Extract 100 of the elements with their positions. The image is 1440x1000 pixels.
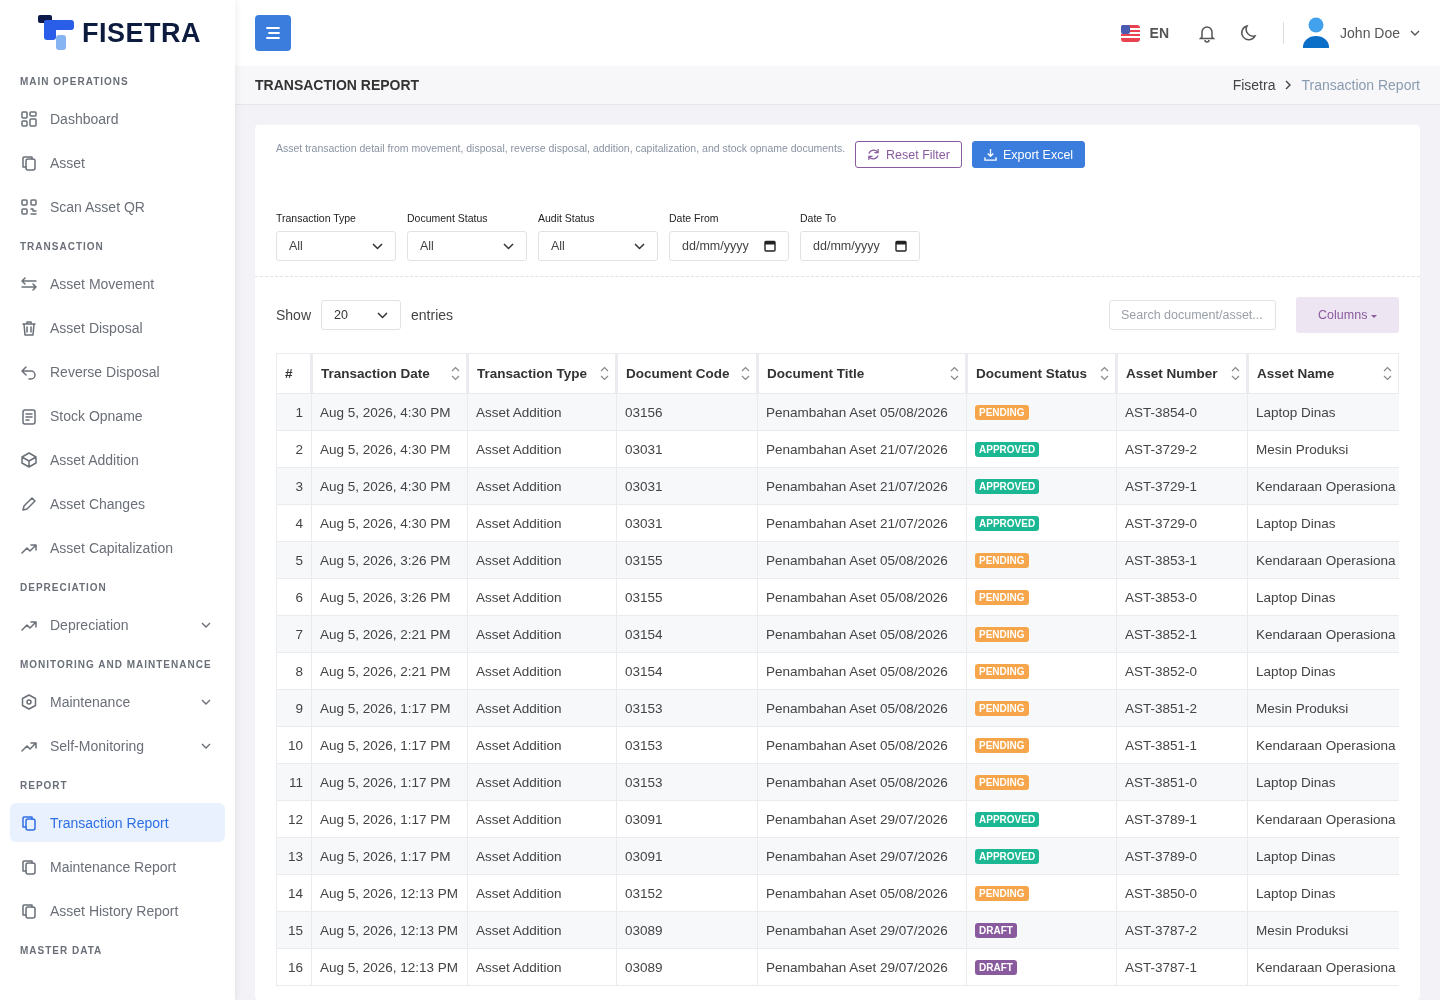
chevron-down-icon[interactable] (1410, 30, 1420, 36)
table-cell: 2 (276, 430, 312, 468)
table-cell: Aug 5, 2026, 12:13 PM (311, 874, 468, 912)
table-cell: Aug 5, 2026, 1:17 PM (311, 763, 468, 801)
table-cell: 03154 (616, 652, 758, 690)
refresh-icon (867, 148, 881, 161)
table-cell: AST-3787-2 (1116, 911, 1248, 949)
sort-icon (451, 366, 460, 381)
page-title: TRANSACTION REPORT (255, 77, 420, 93)
table-cell: 4 (276, 504, 312, 542)
table-cell: Asset Addition (467, 911, 617, 949)
sort-icon (950, 366, 959, 381)
sidebar-item[interactable]: Asset Capitalization (10, 528, 225, 567)
table-cell: Penambahan Aset 21/07/2026 (757, 467, 967, 505)
table-cell: Mesin Produksi (1247, 689, 1399, 727)
sidebar-item[interactable]: Asset Disposal (10, 308, 225, 347)
table-cell: 7 (276, 615, 312, 653)
caret-icon (1370, 315, 1377, 319)
table-cell: 14 (276, 874, 312, 912)
menu-icon (265, 26, 281, 40)
table-cell: 03155 (616, 578, 758, 616)
select-field[interactable]: All (407, 231, 527, 261)
logo-icon (36, 15, 76, 51)
status-badge: PENDING (975, 738, 1029, 753)
sidebar-item[interactable]: Transaction Report (10, 803, 225, 842)
user-avatar-icon[interactable] (1302, 17, 1331, 49)
table-cell: Kendaraan Operasiona (1247, 467, 1399, 505)
table-cell: Aug 5, 2026, 2:21 PM (311, 615, 468, 653)
select-field[interactable]: All (538, 231, 658, 261)
sidebar-item[interactable]: Maintenance (10, 682, 225, 721)
sidebar-item[interactable]: Dashboard (10, 99, 225, 138)
table-cell: Aug 5, 2026, 12:13 PM (311, 948, 468, 986)
sidebar-item[interactable]: Depreciation (10, 605, 225, 644)
table-cell: 03152 (616, 874, 758, 912)
chevron-down-icon (377, 311, 389, 319)
reset-filter-button[interactable]: Reset Filter (855, 141, 962, 168)
copy-icon (20, 813, 38, 832)
status-badge: APPROVED (975, 516, 1040, 531)
table-cell: AST-3851-0 (1116, 763, 1248, 801)
user-name[interactable]: John Doe (1340, 25, 1400, 41)
table-cell: 03153 (616, 726, 758, 764)
breadcrumb-item[interactable]: Fisetra (1232, 77, 1276, 93)
table-cell: Asset Addition (467, 615, 617, 653)
date-field[interactable]: dd/mm/yyyy (669, 231, 789, 261)
table-cell: Aug 5, 2026, 12:13 PM (311, 911, 468, 949)
table-cell: Penambahan Aset 29/07/2026 (757, 911, 967, 949)
status-badge: DRAFT (975, 923, 1017, 938)
status-badge: PENDING (975, 664, 1029, 679)
sidebar-item[interactable]: Asset Changes (10, 484, 225, 523)
sidebar-item[interactable]: Self-Monitoring (10, 726, 225, 765)
table-cell: 03153 (616, 689, 758, 727)
report-description: Asset transaction detail from movement, disposal, reverse disposal, addition, capitalization, and stock opname documents. (276, 142, 846, 154)
filter-label: Date To (800, 212, 837, 224)
sidebar-item[interactable]: Reverse Disposal (10, 352, 225, 391)
status-badge: PENDING (975, 627, 1029, 642)
sidebar-item[interactable]: Scan Asset QR (10, 187, 225, 226)
table-cell: Penambahan Aset 05/08/2026 (757, 652, 967, 690)
sidebar-item[interactable]: Asset (10, 143, 225, 182)
notification-bell-icon[interactable] (1197, 23, 1218, 43)
status-badge: PENDING (975, 553, 1029, 568)
table-cell: AST-3729-1 (1116, 467, 1248, 505)
columns-button[interactable]: Columns (1296, 297, 1399, 333)
table-cell: Penambahan Aset 21/07/2026 (757, 504, 967, 542)
chevron-down-icon (634, 242, 645, 250)
table-cell: Penambahan Aset 05/08/2026 (757, 541, 967, 579)
status-badge: PENDING (975, 775, 1029, 790)
table-cell: Laptop Dinas (1247, 837, 1399, 875)
sidebar-item[interactable]: Asset Addition (10, 440, 225, 479)
search-field[interactable]: Search document/asset... (1109, 300, 1276, 330)
table-cell: 03089 (616, 948, 758, 986)
table-cell: Penambahan Aset 21/07/2026 (757, 430, 967, 468)
table-cell: Penambahan Aset 05/08/2026 (757, 726, 967, 764)
copy-icon (20, 153, 38, 172)
table-cell: AST-3729-2 (1116, 430, 1248, 468)
status-badge: DRAFT (975, 960, 1017, 975)
sidebar-item[interactable]: Asset Movement (10, 264, 225, 303)
menu-button[interactable] (255, 15, 291, 51)
language-label[interactable]: EN (1149, 25, 1170, 41)
sidebar-item[interactable]: Asset History Report (10, 891, 225, 930)
table-cell: 11 (276, 763, 312, 801)
table-cell: 03156 (616, 393, 758, 431)
table-cell: 03031 (616, 467, 758, 505)
sort-icon (600, 366, 609, 381)
status-badge: APPROVED (975, 849, 1040, 864)
table-cell: 12 (276, 800, 312, 838)
export-excel-button[interactable]: Export Excel (971, 141, 1086, 168)
table-cell: Asset Addition (467, 541, 617, 579)
table-cell: Asset Addition (467, 689, 617, 727)
select-field[interactable]: All (276, 231, 396, 261)
table-cell: Penambahan Aset 29/07/2026 (757, 800, 967, 838)
table-cell: Laptop Dinas (1247, 393, 1399, 431)
table-cell: Asset Addition (467, 467, 617, 505)
page-size-select[interactable]: 20 (321, 300, 402, 330)
sidebar-item[interactable]: Maintenance Report (10, 847, 225, 886)
sidebar-item[interactable]: Stock Opname (10, 396, 225, 435)
copy-icon (20, 857, 38, 876)
table-cell: Aug 5, 2026, 3:26 PM (311, 541, 468, 579)
chevron-down-icon (503, 242, 514, 250)
sort-icon (1231, 366, 1240, 381)
date-field[interactable]: dd/mm/yyyy (800, 231, 920, 261)
